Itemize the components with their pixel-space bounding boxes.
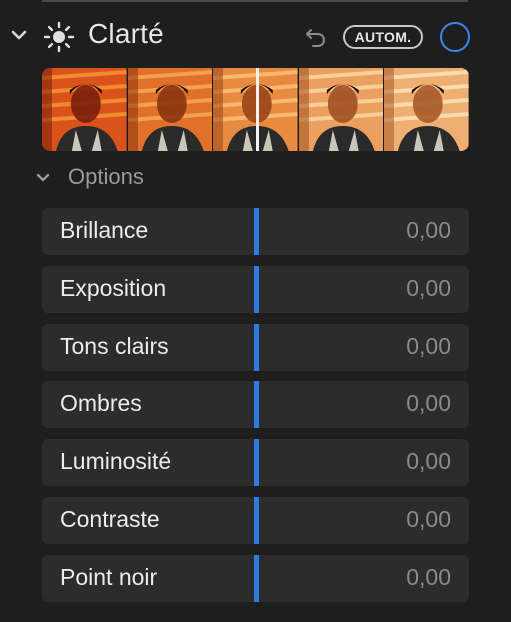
slider-label: Contraste (60, 505, 160, 532)
section-divider (42, 0, 468, 2)
slider-value: 0,00 (406, 563, 451, 590)
circle-toggle-icon[interactable] (440, 22, 470, 52)
slider-indicator[interactable] (253, 323, 259, 371)
sun-icon (42, 20, 76, 54)
options-label: Options (68, 164, 144, 189)
slider-label: Point noir (60, 563, 158, 590)
undo-icon[interactable] (303, 24, 329, 50)
preview-thumbnail[interactable] (297, 68, 384, 151)
preview-thumbnail[interactable] (212, 68, 298, 151)
adjustment-slider[interactable]: Ombres 0,00 (42, 381, 469, 429)
slider-indicator[interactable] (253, 439, 259, 487)
clarity-header: Clarté AUTOM. (0, 14, 511, 58)
slider-indicator[interactable] (253, 554, 259, 602)
preview-thumbnail[interactable] (126, 68, 213, 151)
preview-position-marker[interactable] (256, 68, 259, 151)
preview-thumbnail[interactable] (383, 68, 469, 151)
chevron-down-icon[interactable] (8, 24, 30, 46)
slider-list: Brillance 0,00 Exposition 0,00 Tons clairs 0,… (42, 208, 469, 613)
slider-value: 0,00 (406, 217, 451, 243)
adjustment-slider[interactable]: Luminosité 0,00 (42, 439, 469, 487)
chevron-down-icon[interactable] (34, 169, 52, 187)
slider-indicator[interactable] (253, 208, 259, 255)
slider-value: 0,00 (406, 274, 451, 301)
adjustment-slider[interactable]: Point noir 0,00 (42, 554, 469, 602)
slider-indicator[interactable] (253, 496, 259, 544)
preview-thumbnail-strip[interactable] (42, 68, 469, 151)
slider-label: Tons clairs (60, 332, 169, 359)
slider-label: Brillance (60, 217, 149, 243)
adjustment-slider[interactable]: Brillance 0,00 (42, 208, 469, 255)
slider-label: Exposition (60, 274, 167, 301)
preview-thumbnail[interactable] (42, 68, 127, 151)
auto-button[interactable]: AUTOM. (343, 25, 423, 49)
adjustment-slider[interactable]: Contraste 0,00 (42, 496, 469, 544)
adjustment-slider[interactable]: Tons clairs 0,00 (42, 323, 469, 371)
adjustment-title: Clarté (88, 18, 164, 49)
slider-indicator[interactable] (253, 265, 259, 313)
slider-value: 0,00 (406, 390, 451, 417)
slider-indicator[interactable] (253, 381, 259, 429)
slider-label: Luminosité (60, 448, 172, 475)
slider-value: 0,00 (406, 448, 451, 475)
slider-value: 0,00 (406, 332, 451, 359)
slider-value: 0,00 (406, 505, 451, 532)
slider-label: Ombres (60, 390, 142, 417)
adjustment-slider[interactable]: Exposition 0,00 (42, 265, 469, 313)
